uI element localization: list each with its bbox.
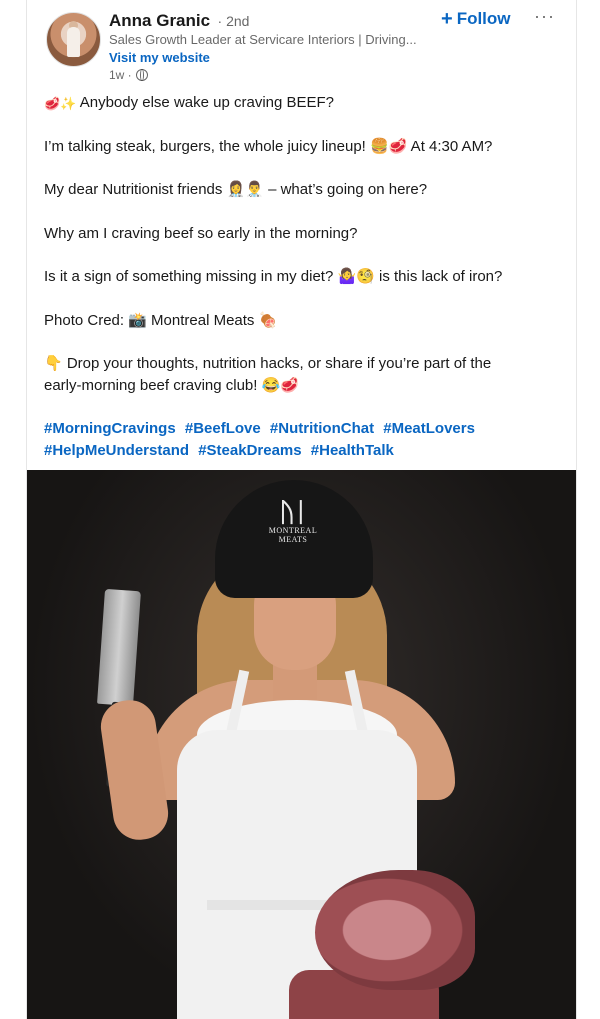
- follow-button[interactable]: + Follow: [441, 8, 511, 30]
- connection-degree: · 2nd: [217, 13, 250, 29]
- post-paragraph-1: 🥩✨ Anybody else wake up craving BEEF?: [44, 92, 334, 115]
- hashtag-link[interactable]: #SteakDreams: [198, 442, 301, 459]
- post-paragraph-7b: early-morning beef craving club! 😂🥩: [44, 377, 299, 394]
- post-header: Anna Granic · 2nd Sales Growth Leader at…: [27, 0, 576, 88]
- more-options-icon[interactable]: ···: [534, 6, 555, 27]
- logo-text-1: MONTREAL: [268, 526, 318, 535]
- hashtag-link[interactable]: #NutritionChat: [270, 420, 374, 437]
- hashtag-link[interactable]: #MeatLovers: [383, 420, 475, 437]
- hashtag-link[interactable]: #BeefLove: [185, 420, 261, 437]
- post-paragraph-6: Photo Cred: 📸 Montreal Meats 🍖: [44, 312, 278, 329]
- avatar-figure: [67, 27, 80, 57]
- post-time: 1w ·: [109, 68, 132, 82]
- post-paragraph-5: Is it a sign of something missing in my …: [44, 268, 503, 285]
- logo-text-2: MEATS: [278, 535, 308, 544]
- post-paragraph-7a: 👇 Drop your thoughts, nutrition hacks, o…: [44, 355, 492, 372]
- montreal-meats-logo: ᚢᛁ MONTREAL MEATS: [267, 500, 319, 560]
- post-paragraph-3: My dear Nutritionist friends 👩‍⚕️👨‍⚕️ – …: [44, 181, 428, 198]
- post-paragraph-4: Why am I craving beef so early in the mo…: [44, 225, 358, 242]
- plus-icon: +: [441, 8, 453, 30]
- hashtag-list: #MorningCravings #BeefLove #NutritionCha…: [44, 418, 564, 462]
- logo-mark: ᚢᛁ: [279, 498, 308, 527]
- globe-icon: [135, 69, 148, 81]
- author-headline[interactable]: Sales Growth Leader at Servicare Interio…: [109, 32, 449, 47]
- post-paragraph-1-text: Anybody else wake up craving BEEF?: [79, 94, 335, 111]
- post-meta: 1w ·: [109, 68, 148, 82]
- hashtag-link[interactable]: #MorningCravings: [44, 420, 176, 437]
- feed-post-card: Anna Granic · 2nd Sales Growth Leader at…: [26, 0, 577, 1019]
- post-paragraph-2: I’m talking steak, burgers, the whole ju…: [44, 138, 493, 155]
- author-avatar[interactable]: [46, 12, 101, 67]
- hashtag-link[interactable]: #HelpMeUnderstand: [44, 442, 189, 459]
- author-name[interactable]: Anna Granic: [109, 11, 210, 30]
- steak-sparkle-emoji: 🥩✨: [44, 96, 77, 111]
- follow-label: Follow: [456, 9, 511, 28]
- post-image[interactable]: ᚢᛁ MONTREAL MEATS: [27, 470, 576, 1019]
- visit-website-link[interactable]: Visit my website: [109, 50, 210, 65]
- author-name-row: Anna Granic · 2nd: [109, 11, 249, 33]
- photo-steak: [315, 870, 475, 990]
- hashtag-link[interactable]: #HealthTalk: [311, 442, 394, 459]
